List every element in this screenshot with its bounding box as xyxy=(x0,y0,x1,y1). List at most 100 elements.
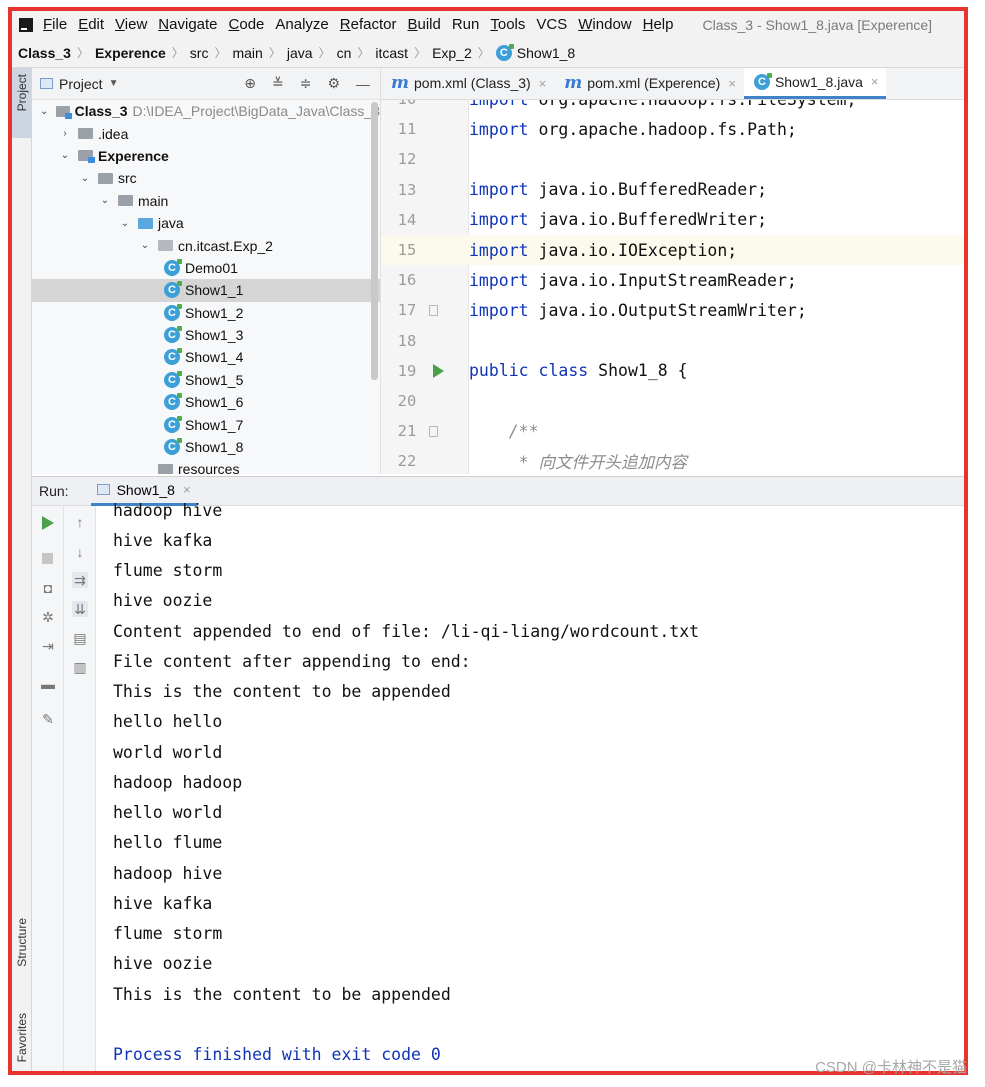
menu-navigate[interactable]: Navigate xyxy=(158,16,217,33)
console-output[interactable]: hadoop hive hive kafka flume storm hive ooz… xyxy=(96,495,964,1071)
menu-view[interactable]: View xyxy=(115,16,147,33)
editor-tab[interactable]: m pom.xml (Experence) × xyxy=(554,68,744,99)
menu-refactor[interactable]: Refactor xyxy=(340,16,397,33)
project-panel-title[interactable]: Project xyxy=(59,76,103,92)
code-line[interactable]: 14 import java.io.BufferedWriter; xyxy=(381,205,964,235)
tree-item[interactable]: ⌄ cn.itcast.Exp_2 xyxy=(32,234,380,256)
print-icon[interactable]: ▤ xyxy=(72,630,88,646)
chevron-down-icon[interactable]: ⌄ xyxy=(58,150,72,161)
tree-item[interactable]: C Show1_6 xyxy=(32,391,380,413)
code-line[interactable]: 17 import java.io.OutputStreamWriter; xyxy=(381,295,964,325)
locate-target-icon[interactable]: ⊕ xyxy=(244,75,256,92)
chevron-down-icon[interactable]: ⌄ xyxy=(38,106,50,117)
breadcrumb-item[interactable]: itcast xyxy=(375,45,408,61)
tree-item[interactable]: ⌄ src xyxy=(32,167,380,189)
code-line[interactable]: 11 import org.apache.hadoop.fs.Path; xyxy=(381,114,964,144)
code-line[interactable]: 16 import java.io.InputStreamReader; xyxy=(381,265,964,295)
favorites-tool-label[interactable]: Favorites xyxy=(15,1013,29,1062)
class-icon: C xyxy=(164,393,182,411)
breadcrumb-item[interactable]: cn xyxy=(337,45,352,61)
tree-item-label: main xyxy=(138,192,169,209)
menu-build[interactable]: Build xyxy=(407,16,440,33)
tree-item[interactable]: C Show1_8 xyxy=(32,436,380,458)
tree-item[interactable]: C Show1_1 xyxy=(32,279,380,302)
chevron-down-icon[interactable]: ▼ xyxy=(109,78,119,89)
tree-item[interactable]: ⌄ java xyxy=(32,212,380,234)
fold-icon[interactable] xyxy=(429,304,438,316)
scroll-to-end-icon[interactable]: ⇊ xyxy=(72,601,88,617)
tree-item[interactable]: C Demo01 xyxy=(32,257,380,279)
chevron-down-icon[interactable]: ⌄ xyxy=(98,195,112,206)
code-line[interactable]: 20 xyxy=(381,386,964,416)
menu-tools[interactable]: Tools xyxy=(490,16,525,33)
tree-item[interactable]: C Show1_3 xyxy=(32,324,380,346)
menu-label-rest: dit xyxy=(88,16,105,33)
menu-window[interactable]: Window xyxy=(578,16,631,33)
gear-icon[interactable]: ⚙ xyxy=(327,75,340,92)
tree-item[interactable]: resources xyxy=(32,458,380,474)
breadcrumb-item[interactable]: C Show1_8 xyxy=(495,43,575,61)
project-tool-label[interactable]: Project xyxy=(15,74,29,111)
breadcrumb-item[interactable]: main xyxy=(232,45,262,61)
menu-file[interactable]: File xyxy=(43,16,67,33)
stop-icon[interactable] xyxy=(42,553,53,564)
exit-icon[interactable]: ⇥ xyxy=(40,638,56,654)
code-line[interactable]: 15 import java.io.IOException; xyxy=(381,234,964,266)
tree-item-label: resources xyxy=(178,461,240,474)
tree-item-label: Show1_7 xyxy=(185,416,244,433)
menu-edit[interactable]: Edit xyxy=(78,16,104,33)
chevron-down-icon[interactable]: ⌄ xyxy=(118,218,132,229)
arrow-down-icon[interactable]: ↓ xyxy=(72,544,88,560)
breadcrumb-item[interactable]: Class_3 xyxy=(18,45,71,61)
menu-analyze[interactable]: Analyze xyxy=(275,16,328,33)
tree-item[interactable]: C Show1_4 xyxy=(32,346,380,368)
chevron-down-icon[interactable]: ⌄ xyxy=(138,240,152,251)
tree-item[interactable]: ⌄ Class_3 D:\IDEA_Project\BigData_Java\Cla… xyxy=(32,100,380,122)
code-area[interactable]: 10import org.apache.hadoop.fs.FileSystem… xyxy=(381,84,964,474)
soft-wrap-icon[interactable]: ⇉ xyxy=(72,572,88,588)
class-icon: C xyxy=(164,370,182,388)
run-gutter-icon[interactable] xyxy=(433,363,444,378)
menu-vcs[interactable]: VCS xyxy=(536,16,567,33)
minimize-icon[interactable]: — xyxy=(356,76,370,92)
layout-icon[interactable]: ▬ xyxy=(40,676,56,692)
code-line[interactable]: 21 /** xyxy=(381,416,964,446)
code-line[interactable]: 22 * 向文件开头追加内容 xyxy=(381,446,964,474)
pin-icon[interactable]: ✎ xyxy=(40,711,56,727)
expand-all-icon[interactable]: ≚ xyxy=(272,75,284,92)
breadcrumb-item[interactable]: java xyxy=(287,45,313,61)
tree-item[interactable]: C Show1_5 xyxy=(32,369,380,391)
breadcrumb-item[interactable]: src xyxy=(190,45,209,61)
code-line[interactable]: 12 xyxy=(381,144,964,174)
breadcrumb-item[interactable]: Experence xyxy=(95,45,166,61)
editor-tab[interactable]: m pom.xml (Class_3) × xyxy=(381,68,554,99)
code-line[interactable]: 19 public class Show1_8 { xyxy=(381,356,964,386)
close-icon[interactable]: × xyxy=(871,74,879,89)
code-line[interactable]: 18 xyxy=(381,326,964,356)
rerun-icon[interactable] xyxy=(42,516,54,530)
editor-tab[interactable]: C Show1_8.java × xyxy=(743,68,887,99)
class-icon: C xyxy=(164,415,182,433)
menu-code[interactable]: Code xyxy=(229,16,265,33)
chevron-right-icon[interactable]: › xyxy=(58,128,72,139)
menu-run[interactable]: Run xyxy=(452,16,480,33)
trash-icon[interactable]: ▥ xyxy=(72,659,88,675)
camera-icon[interactable]: ◘ xyxy=(40,580,56,596)
close-icon[interactable]: × xyxy=(728,76,736,91)
close-icon[interactable]: × xyxy=(539,76,547,91)
collapse-all-icon[interactable]: ≑ xyxy=(300,75,312,92)
menu-help[interactable]: Help xyxy=(643,16,674,33)
arrow-up-icon[interactable]: ↑ xyxy=(72,514,88,530)
fold-icon[interactable] xyxy=(429,425,438,437)
tree-item[interactable]: C Show1_7 xyxy=(32,413,380,435)
code-line[interactable]: 13 import java.io.BufferedReader; xyxy=(381,175,964,205)
tree-item[interactable]: ⌄ main xyxy=(32,190,380,212)
tree-item[interactable]: › .idea xyxy=(32,122,380,144)
debug-bug-icon[interactable]: ✲ xyxy=(40,609,56,625)
tree-item[interactable]: ⌄ Experence xyxy=(32,145,380,167)
structure-tool-label[interactable]: Structure xyxy=(15,918,29,967)
breadcrumb-item[interactable]: Exp_2 xyxy=(432,45,472,61)
chevron-down-icon[interactable]: ⌄ xyxy=(78,173,92,184)
tree-item[interactable]: C Show1_2 xyxy=(32,302,380,324)
project-scrollbar[interactable] xyxy=(371,102,378,380)
